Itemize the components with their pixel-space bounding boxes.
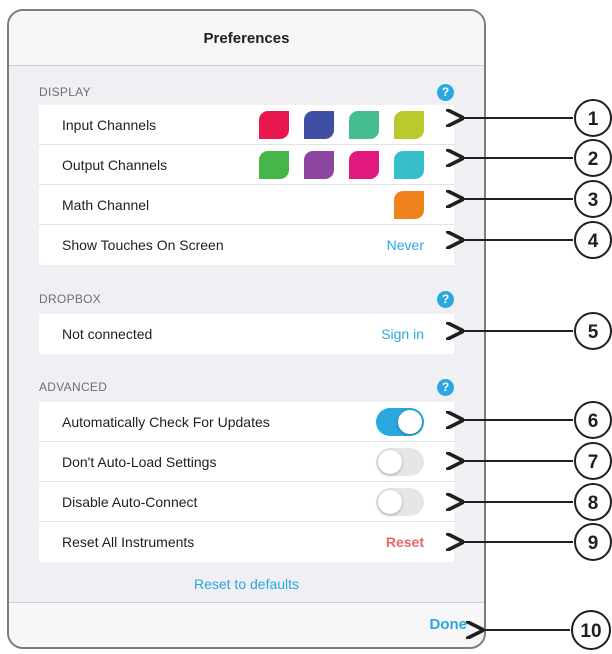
callout-6-label: 6 bbox=[588, 411, 599, 432]
callout-1: 1 bbox=[462, 99, 612, 137]
callout-4: 4 bbox=[462, 221, 612, 259]
callout-6: 6 bbox=[462, 401, 612, 439]
callout-3-label: 3 bbox=[588, 190, 599, 211]
callout-10: 10 bbox=[482, 610, 611, 650]
callout-2-label: 2 bbox=[588, 149, 599, 170]
callout-3: 3 bbox=[462, 180, 612, 218]
callout-8: 8 bbox=[462, 483, 612, 521]
callout-annotations: 1 2 3 4 5 6 7 8 9 10 bbox=[0, 99, 612, 650]
callout-5-label: 5 bbox=[588, 322, 599, 343]
callout-4-label: 4 bbox=[588, 231, 599, 252]
callout-9: 9 bbox=[462, 523, 612, 561]
callout-5: 5 bbox=[462, 312, 612, 350]
callout-7: 7 bbox=[462, 442, 612, 480]
callout-9-label: 9 bbox=[588, 533, 599, 554]
callout-1-label: 1 bbox=[588, 109, 599, 130]
callout-2: 2 bbox=[462, 139, 612, 177]
callout-7-label: 7 bbox=[588, 452, 599, 473]
callout-10-label: 10 bbox=[580, 621, 601, 642]
callout-8-label: 8 bbox=[588, 493, 599, 514]
